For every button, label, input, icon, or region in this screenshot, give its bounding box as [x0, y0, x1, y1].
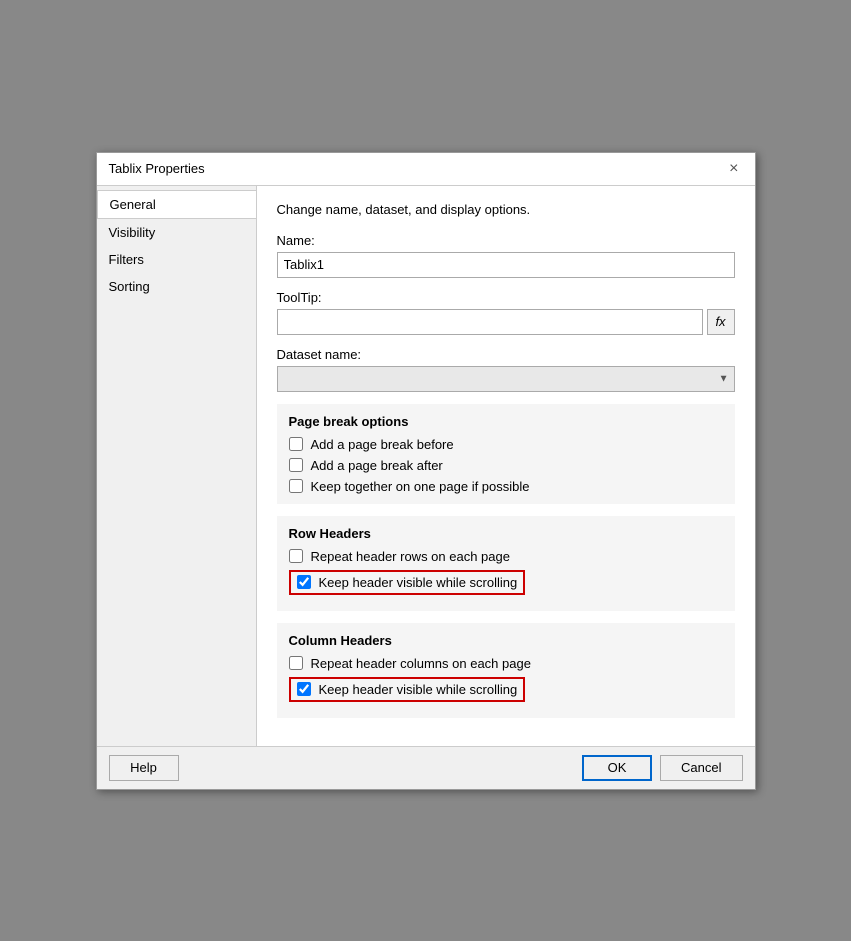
page-break-title: Page break options	[289, 414, 723, 429]
fx-button[interactable]: fx	[707, 309, 735, 335]
repeat-header-cols-label: Repeat header columns on each page	[311, 656, 531, 671]
footer-left: Help	[109, 755, 179, 781]
repeat-header-rows-label: Repeat header rows on each page	[311, 549, 510, 564]
tablix-properties-dialog: Tablix Properties × General Visibility F…	[96, 152, 756, 790]
dataset-select[interactable]	[277, 366, 735, 392]
cancel-button[interactable]: Cancel	[660, 755, 742, 781]
row-keep-header-visible-label: Keep header visible while scrolling	[319, 575, 518, 590]
page-break-after-label: Add a page break after	[311, 458, 443, 473]
repeat-header-cols-row: Repeat header columns on each page	[289, 656, 723, 671]
tooltip-field-group: ToolTip: fx	[277, 290, 735, 335]
name-field-group: Name:	[277, 233, 735, 278]
footer-right: OK Cancel	[582, 755, 742, 781]
page-break-section: Page break options Add a page break befo…	[277, 404, 735, 504]
keep-together-row: Keep together on one page if possible	[289, 479, 723, 494]
dataset-field-group: Dataset name:	[277, 347, 735, 392]
help-button[interactable]: Help	[109, 755, 179, 781]
dialog-body: General Visibility Filters Sorting Chang…	[97, 186, 755, 746]
repeat-header-cols-checkbox[interactable]	[289, 656, 303, 670]
name-input[interactable]	[277, 252, 735, 278]
keep-together-checkbox[interactable]	[289, 479, 303, 493]
row-headers-section: Row Headers Repeat header rows on each p…	[277, 516, 735, 611]
row-keep-header-visible-highlight: Keep header visible while scrolling	[289, 570, 526, 595]
col-keep-header-visible-checkbox[interactable]	[297, 682, 311, 696]
sidebar: General Visibility Filters Sorting	[97, 186, 257, 746]
tooltip-label: ToolTip:	[277, 290, 735, 305]
sidebar-item-sorting[interactable]: Sorting	[97, 273, 256, 300]
column-headers-title: Column Headers	[289, 633, 723, 648]
sidebar-item-general[interactable]: General	[97, 190, 256, 219]
sidebar-item-filters[interactable]: Filters	[97, 246, 256, 273]
row-headers-title: Row Headers	[289, 526, 723, 541]
dataset-label: Dataset name:	[277, 347, 735, 362]
keep-together-label: Keep together on one page if possible	[311, 479, 530, 494]
sidebar-item-visibility[interactable]: Visibility	[97, 219, 256, 246]
repeat-header-rows-checkbox[interactable]	[289, 549, 303, 563]
repeat-header-rows-row: Repeat header rows on each page	[289, 549, 723, 564]
title-bar: Tablix Properties ×	[97, 153, 755, 186]
column-headers-section: Column Headers Repeat header columns on …	[277, 623, 735, 718]
page-break-before-checkbox[interactable]	[289, 437, 303, 451]
dataset-select-wrapper	[277, 366, 735, 392]
name-label: Name:	[277, 233, 735, 248]
dialog-title: Tablix Properties	[109, 161, 205, 176]
ok-button[interactable]: OK	[582, 755, 652, 781]
tooltip-input[interactable]	[277, 309, 703, 335]
tooltip-row: fx	[277, 309, 735, 335]
page-break-before-label: Add a page break before	[311, 437, 454, 452]
main-content: Change name, dataset, and display option…	[257, 186, 755, 746]
page-break-before-row: Add a page break before	[289, 437, 723, 452]
page-break-after-row: Add a page break after	[289, 458, 723, 473]
dialog-footer: Help OK Cancel	[97, 746, 755, 789]
col-keep-header-visible-highlight: Keep header visible while scrolling	[289, 677, 526, 702]
row-keep-header-visible-checkbox[interactable]	[297, 575, 311, 589]
page-break-after-checkbox[interactable]	[289, 458, 303, 472]
close-button[interactable]: ×	[725, 161, 742, 177]
col-keep-header-visible-label: Keep header visible while scrolling	[319, 682, 518, 697]
section-description: Change name, dataset, and display option…	[277, 202, 735, 217]
